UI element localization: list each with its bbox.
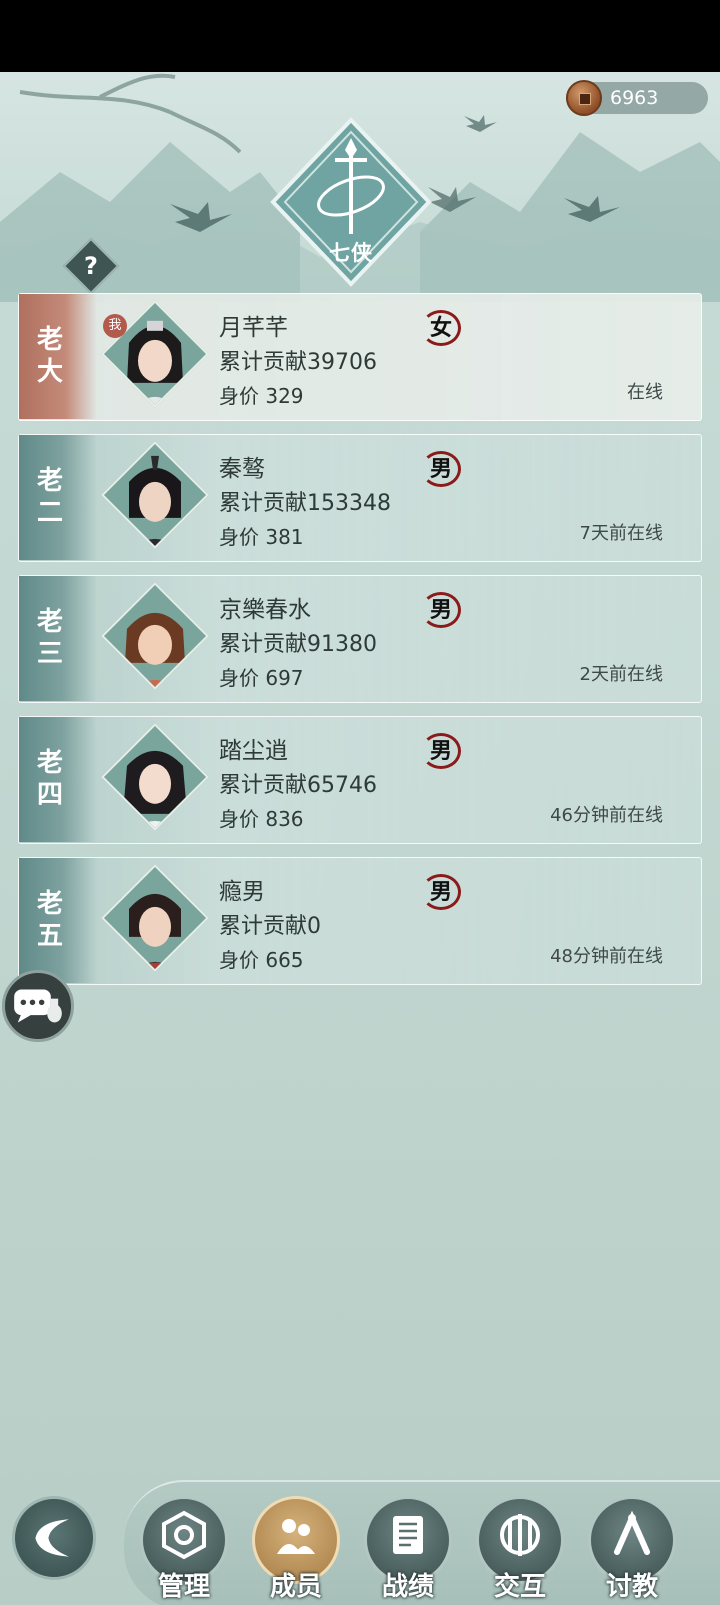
online-status: 2天前在线	[579, 664, 663, 685]
chat-icon	[14, 989, 62, 1023]
member-name: 踏尘逍	[219, 738, 288, 764]
member-contribution: 累计贡献65746	[219, 773, 377, 798]
tab-members[interactable]: 成员	[252, 1496, 340, 1605]
tab-label: 讨教	[605, 1572, 658, 1602]
gender-icon: 男	[421, 733, 461, 769]
avatar[interactable]	[101, 441, 209, 549]
challenge-icon	[614, 1510, 650, 1555]
member-contribution: 累计贡献153348	[219, 491, 391, 516]
help-label: ?	[84, 252, 98, 280]
rank-label: 老五	[36, 889, 63, 951]
tab-label: 管理	[157, 1572, 210, 1602]
online-status: 7天前在线	[579, 523, 663, 544]
tab-manage[interactable]: 管理	[140, 1496, 228, 1605]
members-icon	[277, 1519, 315, 1554]
online-status: 46分钟前在线	[550, 805, 663, 826]
member-card[interactable]: 老五 瘾男 累计贡献0 身价 665 男 48分钟前在线	[18, 857, 702, 985]
currency-value: 6963	[610, 87, 659, 109]
member-name: 秦骜	[219, 456, 265, 482]
member-worth: 身价 665	[219, 948, 304, 972]
self-badge: 我	[103, 314, 127, 338]
member-card[interactable]: 老二 秦骜 累计贡献153348 身价 381 男 7天前在线	[18, 434, 702, 562]
chat-button[interactable]	[2, 970, 74, 1042]
rank-label: 老大	[36, 325, 63, 387]
guild-name: 七侠	[329, 240, 373, 265]
avatar[interactable]	[101, 582, 209, 690]
member-contribution: 累计贡献39706	[219, 350, 377, 375]
gender-icon: 男	[421, 874, 461, 910]
manage-icon	[162, 1510, 206, 1560]
rank-label: 老四	[36, 748, 63, 810]
gender-icon: 女	[421, 310, 461, 346]
member-name: 月芊芊	[219, 315, 288, 341]
tab-interact[interactable]: 交互	[476, 1496, 564, 1605]
member-contribution: 累计贡献91380	[219, 632, 377, 657]
gender-icon: 男	[421, 451, 461, 487]
tab-label: 成员	[269, 1572, 322, 1602]
avatar[interactable]	[101, 864, 209, 972]
status-bar	[0, 0, 720, 72]
back-button[interactable]	[12, 1496, 96, 1580]
gender-icon: 男	[421, 592, 461, 628]
member-worth: 身价 697	[219, 666, 304, 690]
tab-challenge[interactable]: 讨教	[588, 1496, 676, 1605]
member-name: 京樂春水	[219, 597, 311, 623]
interact-icon	[500, 1514, 540, 1556]
rank-label: 老二	[36, 466, 63, 528]
member-worth: 身价 381	[219, 525, 304, 549]
back-arrow-icon	[35, 1519, 69, 1557]
member-card[interactable]: 老三 京樂春水 累计贡献91380 身价 697 男 2天前在线	[18, 575, 702, 703]
tab-record[interactable]: 战绩	[364, 1496, 452, 1605]
member-worth: 身价 836	[219, 807, 304, 831]
member-card[interactable]: 老四 踏尘逍 累计贡献65746 身价 836 男 46分钟前在线	[18, 716, 702, 844]
tab-label: 战绩	[381, 1572, 434, 1602]
member-name: 瘾男	[219, 879, 265, 905]
member-worth: 身价 329	[219, 384, 304, 408]
avatar[interactable]	[101, 723, 209, 831]
record-scroll-icon	[393, 1516, 423, 1554]
member-card[interactable]: 老大 我 月芊芊 累计贡献39706 身价 329 女 在线	[18, 293, 702, 421]
online-status: 48分钟前在线	[550, 946, 663, 967]
rank-label: 老三	[36, 607, 63, 669]
tab-label: 交互	[493, 1572, 546, 1602]
member-contribution: 累计贡献0	[219, 914, 321, 939]
copper-coin-icon	[566, 80, 602, 116]
online-status: 在线	[627, 382, 663, 403]
